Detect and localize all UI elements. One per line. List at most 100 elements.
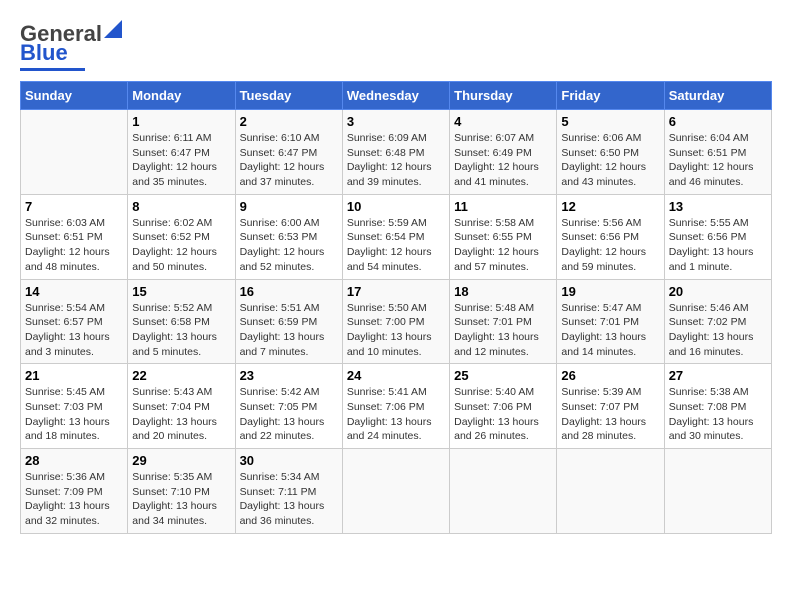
calendar-day-cell: 18 Sunrise: 5:48 AM Sunset: 7:01 PM Dayli… <box>450 279 557 364</box>
calendar-day-cell: 12 Sunrise: 5:56 AM Sunset: 6:56 PM Dayli… <box>557 194 664 279</box>
day-number: 27 <box>669 368 767 383</box>
calendar-day-cell: 7 Sunrise: 6:03 AM Sunset: 6:51 PM Daylig… <box>21 194 128 279</box>
day-number: 1 <box>132 114 230 129</box>
calendar-week-row: 21 Sunrise: 5:45 AM Sunset: 7:03 PM Dayli… <box>21 364 772 449</box>
logo-underline <box>20 68 85 71</box>
day-info: Sunrise: 5:38 AM Sunset: 7:08 PM Dayligh… <box>669 385 767 444</box>
day-number: 15 <box>132 284 230 299</box>
calendar-day-cell: 19 Sunrise: 5:47 AM Sunset: 7:01 PM Dayli… <box>557 279 664 364</box>
day-number: 11 <box>454 199 552 214</box>
calendar-day-cell <box>21 110 128 195</box>
day-number: 9 <box>240 199 338 214</box>
day-info: Sunrise: 6:10 AM Sunset: 6:47 PM Dayligh… <box>240 131 338 190</box>
calendar-day-cell: 4Sunrise: 6:07 AM Sunset: 6:49 PM Daylig… <box>450 110 557 195</box>
calendar-week-row: 7 Sunrise: 6:03 AM Sunset: 6:51 PM Daylig… <box>21 194 772 279</box>
day-info: Sunrise: 5:51 AM Sunset: 6:59 PM Dayligh… <box>240 301 338 360</box>
day-info: Sunrise: 5:54 AM Sunset: 6:57 PM Dayligh… <box>25 301 123 360</box>
calendar-day-cell: 16 Sunrise: 5:51 AM Sunset: 6:59 PM Dayli… <box>235 279 342 364</box>
day-number: 12 <box>561 199 659 214</box>
day-info: Sunrise: 5:39 AM Sunset: 7:07 PM Dayligh… <box>561 385 659 444</box>
calendar-table: SundayMondayTuesdayWednesdayThursdayFrid… <box>20 81 772 534</box>
day-info: Sunrise: 5:58 AM Sunset: 6:55 PM Dayligh… <box>454 216 552 275</box>
day-info: Sunrise: 5:50 AM Sunset: 7:00 PM Dayligh… <box>347 301 445 360</box>
day-info: Sunrise: 5:43 AM Sunset: 7:04 PM Dayligh… <box>132 385 230 444</box>
calendar-day-cell: 26Sunrise: 5:39 AM Sunset: 7:07 PM Dayli… <box>557 364 664 449</box>
calendar-day-cell: 30 Sunrise: 5:34 AM Sunset: 7:11 PM Dayli… <box>235 449 342 534</box>
day-info: Sunrise: 5:34 AM Sunset: 7:11 PM Dayligh… <box>240 470 338 529</box>
day-number: 24 <box>347 368 445 383</box>
calendar-day-cell <box>557 449 664 534</box>
weekday-header: Saturday <box>664 82 771 110</box>
calendar-day-cell: 28 Sunrise: 5:36 AM Sunset: 7:09 PM Dayli… <box>21 449 128 534</box>
day-info: Sunrise: 5:59 AM Sunset: 6:54 PM Dayligh… <box>347 216 445 275</box>
day-number: 30 <box>240 453 338 468</box>
logo-bird-icon <box>104 20 122 38</box>
day-info: Sunrise: 5:56 AM Sunset: 6:56 PM Dayligh… <box>561 216 659 275</box>
calendar-day-cell: 1 Sunrise: 6:11 AM Sunset: 6:47 PM Daylig… <box>128 110 235 195</box>
calendar-day-cell: 21 Sunrise: 5:45 AM Sunset: 7:03 PM Dayli… <box>21 364 128 449</box>
day-number: 3 <box>347 114 445 129</box>
day-info: Sunrise: 5:45 AM Sunset: 7:03 PM Dayligh… <box>25 385 123 444</box>
calendar-day-cell <box>450 449 557 534</box>
calendar-day-cell: 9 Sunrise: 6:00 AM Sunset: 6:53 PM Daylig… <box>235 194 342 279</box>
logo-blue-text: Blue <box>20 40 68 65</box>
calendar-day-cell: 6Sunrise: 6:04 AM Sunset: 6:51 PM Daylig… <box>664 110 771 195</box>
calendar-day-cell: 20Sunrise: 5:46 AM Sunset: 7:02 PM Dayli… <box>664 279 771 364</box>
day-info: Sunrise: 6:11 AM Sunset: 6:47 PM Dayligh… <box>132 131 230 190</box>
calendar-day-cell: 3 Sunrise: 6:09 AM Sunset: 6:48 PM Daylig… <box>342 110 449 195</box>
day-info: Sunrise: 5:42 AM Sunset: 7:05 PM Dayligh… <box>240 385 338 444</box>
calendar-day-cell: 5 Sunrise: 6:06 AM Sunset: 6:50 PM Daylig… <box>557 110 664 195</box>
page-header: General Blue <box>20 20 772 71</box>
day-number: 20 <box>669 284 767 299</box>
day-info: Sunrise: 5:47 AM Sunset: 7:01 PM Dayligh… <box>561 301 659 360</box>
calendar-header-row: SundayMondayTuesdayWednesdayThursdayFrid… <box>21 82 772 110</box>
calendar-day-cell: 13Sunrise: 5:55 AM Sunset: 6:56 PM Dayli… <box>664 194 771 279</box>
calendar-day-cell <box>342 449 449 534</box>
calendar-week-row: 14 Sunrise: 5:54 AM Sunset: 6:57 PM Dayli… <box>21 279 772 364</box>
day-number: 25 <box>454 368 552 383</box>
day-number: 21 <box>25 368 123 383</box>
day-info: Sunrise: 6:00 AM Sunset: 6:53 PM Dayligh… <box>240 216 338 275</box>
calendar-day-cell: 14 Sunrise: 5:54 AM Sunset: 6:57 PM Dayli… <box>21 279 128 364</box>
weekday-header: Sunday <box>21 82 128 110</box>
logo: General Blue <box>20 20 122 71</box>
weekday-header: Friday <box>557 82 664 110</box>
day-info: Sunrise: 6:03 AM Sunset: 6:51 PM Dayligh… <box>25 216 123 275</box>
day-info: Sunrise: 5:48 AM Sunset: 7:01 PM Dayligh… <box>454 301 552 360</box>
calendar-day-cell <box>664 449 771 534</box>
calendar-day-cell: 17 Sunrise: 5:50 AM Sunset: 7:00 PM Dayli… <box>342 279 449 364</box>
day-info: Sunrise: 6:09 AM Sunset: 6:48 PM Dayligh… <box>347 131 445 190</box>
day-info: Sunrise: 5:41 AM Sunset: 7:06 PM Dayligh… <box>347 385 445 444</box>
day-number: 29 <box>132 453 230 468</box>
calendar-day-cell: 2 Sunrise: 6:10 AM Sunset: 6:47 PM Daylig… <box>235 110 342 195</box>
weekday-header: Thursday <box>450 82 557 110</box>
day-number: 28 <box>25 453 123 468</box>
day-info: Sunrise: 6:02 AM Sunset: 6:52 PM Dayligh… <box>132 216 230 275</box>
weekday-header: Tuesday <box>235 82 342 110</box>
day-number: 2 <box>240 114 338 129</box>
day-number: 19 <box>561 284 659 299</box>
calendar-day-cell: 27 Sunrise: 5:38 AM Sunset: 7:08 PM Dayli… <box>664 364 771 449</box>
day-info: Sunrise: 6:06 AM Sunset: 6:50 PM Dayligh… <box>561 131 659 190</box>
day-number: 16 <box>240 284 338 299</box>
day-info: Sunrise: 5:35 AM Sunset: 7:10 PM Dayligh… <box>132 470 230 529</box>
day-info: Sunrise: 5:52 AM Sunset: 6:58 PM Dayligh… <box>132 301 230 360</box>
day-info: Sunrise: 5:36 AM Sunset: 7:09 PM Dayligh… <box>25 470 123 529</box>
day-number: 22 <box>132 368 230 383</box>
day-number: 7 <box>25 199 123 214</box>
calendar-week-row: 28 Sunrise: 5:36 AM Sunset: 7:09 PM Dayli… <box>21 449 772 534</box>
calendar-day-cell: 24 Sunrise: 5:41 AM Sunset: 7:06 PM Dayli… <box>342 364 449 449</box>
day-number: 14 <box>25 284 123 299</box>
day-number: 18 <box>454 284 552 299</box>
day-info: Sunrise: 5:40 AM Sunset: 7:06 PM Dayligh… <box>454 385 552 444</box>
day-info: Sunrise: 6:04 AM Sunset: 6:51 PM Dayligh… <box>669 131 767 190</box>
calendar-day-cell: 15 Sunrise: 5:52 AM Sunset: 6:58 PM Dayli… <box>128 279 235 364</box>
calendar-day-cell: 22 Sunrise: 5:43 AM Sunset: 7:04 PM Dayli… <box>128 364 235 449</box>
calendar-week-row: 1 Sunrise: 6:11 AM Sunset: 6:47 PM Daylig… <box>21 110 772 195</box>
day-number: 5 <box>561 114 659 129</box>
day-number: 4 <box>454 114 552 129</box>
calendar-day-cell: 11 Sunrise: 5:58 AM Sunset: 6:55 PM Dayli… <box>450 194 557 279</box>
day-info: Sunrise: 5:55 AM Sunset: 6:56 PM Dayligh… <box>669 216 767 275</box>
day-number: 10 <box>347 199 445 214</box>
day-number: 17 <box>347 284 445 299</box>
